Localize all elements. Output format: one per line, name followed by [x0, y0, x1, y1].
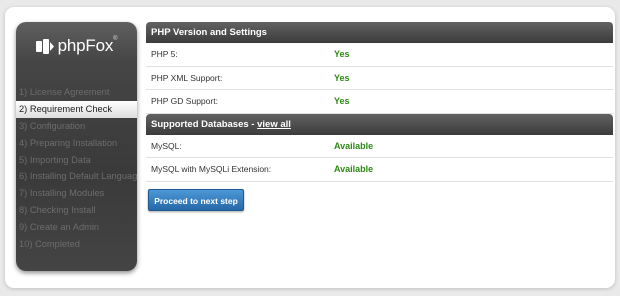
sidebar: phpFox® 1) License Agreement 2) Requirem…: [16, 22, 137, 271]
step-requirement-check: 2) Requirement Check: [16, 100, 137, 118]
main-content: PHP Version and Settings PHP 5: Yes PHP …: [146, 22, 613, 211]
requirement-label: PHP XML Support:: [151, 72, 223, 83]
database-row: MySQL: Available: [146, 135, 613, 158]
logo: phpFox®: [16, 22, 137, 70]
proceed-button[interactable]: Proceed to next step: [148, 188, 244, 211]
database-status: Available: [334, 164, 374, 175]
databases-section-header: Supported Databases - view all: [146, 113, 613, 135]
requirement-row: PHP 5: Yes: [146, 43, 613, 67]
phpfox-logo-icon: [35, 38, 54, 54]
requirement-row: PHP XML Support: Yes: [146, 67, 613, 90]
install-steps: 1) License Agreement 2) Requirement Chec…: [16, 84, 137, 253]
php-section-header: PHP Version and Settings: [146, 22, 613, 43]
installer-window: phpFox® 1) License Agreement 2) Requirem…: [5, 7, 615, 288]
step-installing-default-language: 6) Installing Default Language: [19, 171, 137, 182]
database-label: MySQL:: [151, 140, 182, 151]
requirement-row: PHP GD Support: Yes: [146, 90, 613, 114]
step-installing-modules: 7) Installing Modules: [19, 188, 105, 199]
requirement-label: PHP GD Support:: [151, 96, 218, 107]
requirement-label: PHP 5:: [151, 49, 178, 60]
step-preparing-installation: 4) Preparing Installation: [19, 137, 118, 148]
requirement-status: Yes: [334, 49, 350, 60]
step-checking-install: 8) Checking Install: [19, 205, 96, 216]
requirement-status: Yes: [334, 96, 350, 107]
requirement-status: Yes: [334, 72, 350, 83]
step-create-admin: 9) Create an Admin: [19, 222, 100, 233]
step-configuration: 3) Configuration: [19, 120, 86, 131]
database-label: MySQL with MySQLi Extension:: [151, 164, 272, 175]
database-status: Available: [334, 140, 374, 151]
view-all-link[interactable]: view all: [257, 119, 291, 130]
step-completed: 10) Completed: [19, 239, 80, 250]
logo-text: phpFox®: [57, 36, 118, 55]
step-importing-data: 5) Importing Data: [19, 154, 91, 165]
button-area: Proceed to next step: [146, 182, 613, 211]
step-license-agreement: 1) License Agreement: [19, 87, 110, 97]
databases-section-title: Supported Databases -: [151, 118, 258, 130]
database-row: MySQL with MySQLi Extension: Available: [146, 158, 613, 182]
